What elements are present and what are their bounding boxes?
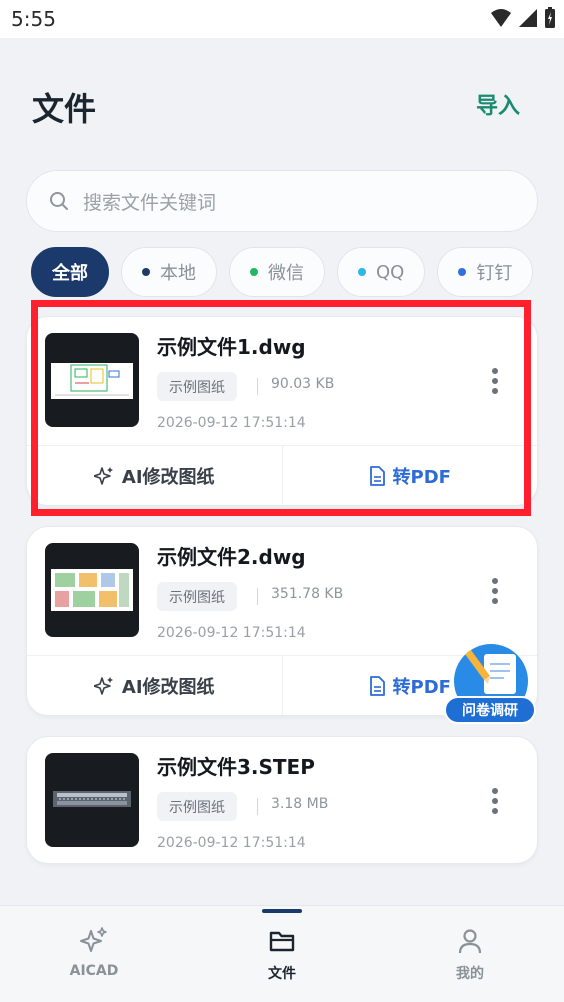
filter-chip-local[interactable]: 本地 — [121, 247, 217, 297]
nav-label: 文件 — [268, 966, 296, 982]
filter-chip-all[interactable]: 全部 — [31, 247, 109, 297]
convert-pdf-button[interactable]: 转PDF — [283, 446, 538, 505]
dot-icon — [358, 268, 366, 276]
file-tag: 示例图纸 — [157, 582, 237, 611]
file-thumbnail — [45, 543, 139, 637]
status-bar: 5:55 — [0, 0, 564, 38]
nav-label: 我的 — [456, 966, 484, 982]
file-name: 示例文件2.dwg — [157, 545, 306, 569]
chip-label: QQ — [376, 261, 405, 283]
nav-label: AICAD — [69, 963, 119, 979]
status-time: 5:55 — [11, 7, 56, 31]
ai-edit-label: AI修改图纸 — [121, 466, 215, 488]
divider — [257, 798, 258, 815]
nav-item-aicad[interactable]: AICAD — [0, 906, 188, 1002]
more-options-icon[interactable] — [491, 367, 499, 395]
document-icon — [369, 465, 385, 486]
ai-edit-label: AI修改图纸 — [121, 676, 215, 698]
chip-label: 本地 — [160, 263, 196, 284]
file-name: 示例文件3.STEP — [157, 755, 315, 779]
more-options-icon[interactable] — [491, 577, 499, 605]
survey-button[interactable]: 问卷调研 — [440, 640, 536, 726]
chip-label: 微信 — [268, 263, 304, 284]
more-options-icon[interactable] — [491, 787, 499, 815]
divider — [257, 588, 258, 605]
filter-chips: 全部 本地 微信 QQ 钉钉 — [31, 247, 540, 299]
page-title: 文件 — [32, 90, 97, 128]
chip-label: 钉钉 — [476, 263, 513, 284]
search-placeholder: 搜索文件关键词 — [83, 191, 217, 214]
convert-pdf-label: 转PDF — [392, 466, 451, 488]
file-size: 351.78 KB — [271, 586, 344, 602]
chip-label: 全部 — [52, 263, 88, 284]
file-name: 示例文件1.dwg — [157, 335, 306, 359]
nav-item-files[interactable]: 文件 — [188, 906, 376, 1002]
sparkle-icon — [80, 927, 107, 952]
ai-edit-button[interactable]: AI修改图纸 — [27, 446, 283, 505]
nav-item-profile[interactable]: 我的 — [376, 906, 564, 1002]
file-card[interactable]: 示例文件3.STEP 示例图纸 3.18 MB 2026-09-12 17:51… — [26, 736, 538, 864]
file-date: 2026-09-12 17:51:14 — [157, 625, 306, 641]
file-thumbnail — [45, 753, 139, 847]
file-thumbnail — [45, 333, 139, 427]
active-indicator — [262, 909, 302, 913]
wifi-icon — [491, 9, 511, 27]
search-input[interactable]: 搜索文件关键词 — [26, 170, 538, 232]
file-tag: 示例图纸 — [157, 372, 237, 401]
signal-icon — [519, 9, 537, 27]
dot-icon — [142, 268, 150, 276]
search-icon — [50, 192, 68, 210]
file-date: 2026-09-12 17:51:14 — [157, 415, 306, 431]
file-date: 2026-09-12 17:51:14 — [157, 835, 306, 851]
folder-icon — [269, 931, 295, 952]
divider — [257, 378, 258, 395]
dot-icon — [458, 268, 467, 276]
file-size: 3.18 MB — [271, 796, 329, 812]
sparkle-icon — [93, 676, 113, 695]
import-button[interactable]: 导入 — [476, 88, 520, 120]
file-card[interactable]: 示例文件1.dwg 示例图纸 90.03 KB 2026-09-12 17:51… — [26, 316, 538, 506]
filter-chip-dingtalk[interactable]: 钉钉 — [437, 247, 534, 297]
ai-edit-button[interactable]: AI修改图纸 — [27, 656, 283, 715]
battery-icon — [545, 7, 555, 28]
status-icons — [490, 7, 556, 29]
person-icon — [458, 929, 482, 954]
filter-chip-wechat[interactable]: 微信 — [229, 247, 325, 297]
bottom-nav: AICAD 文件 我的 — [0, 905, 564, 1002]
file-tag: 示例图纸 — [157, 792, 237, 821]
document-icon — [369, 675, 385, 696]
survey-label: 问卷调研 — [444, 696, 536, 724]
dot-icon — [250, 268, 258, 276]
sparkle-icon — [93, 466, 113, 485]
file-actions: AI修改图纸 转PDF — [27, 445, 537, 505]
filter-chip-qq[interactable]: QQ — [337, 247, 426, 297]
file-size: 90.03 KB — [271, 376, 335, 392]
